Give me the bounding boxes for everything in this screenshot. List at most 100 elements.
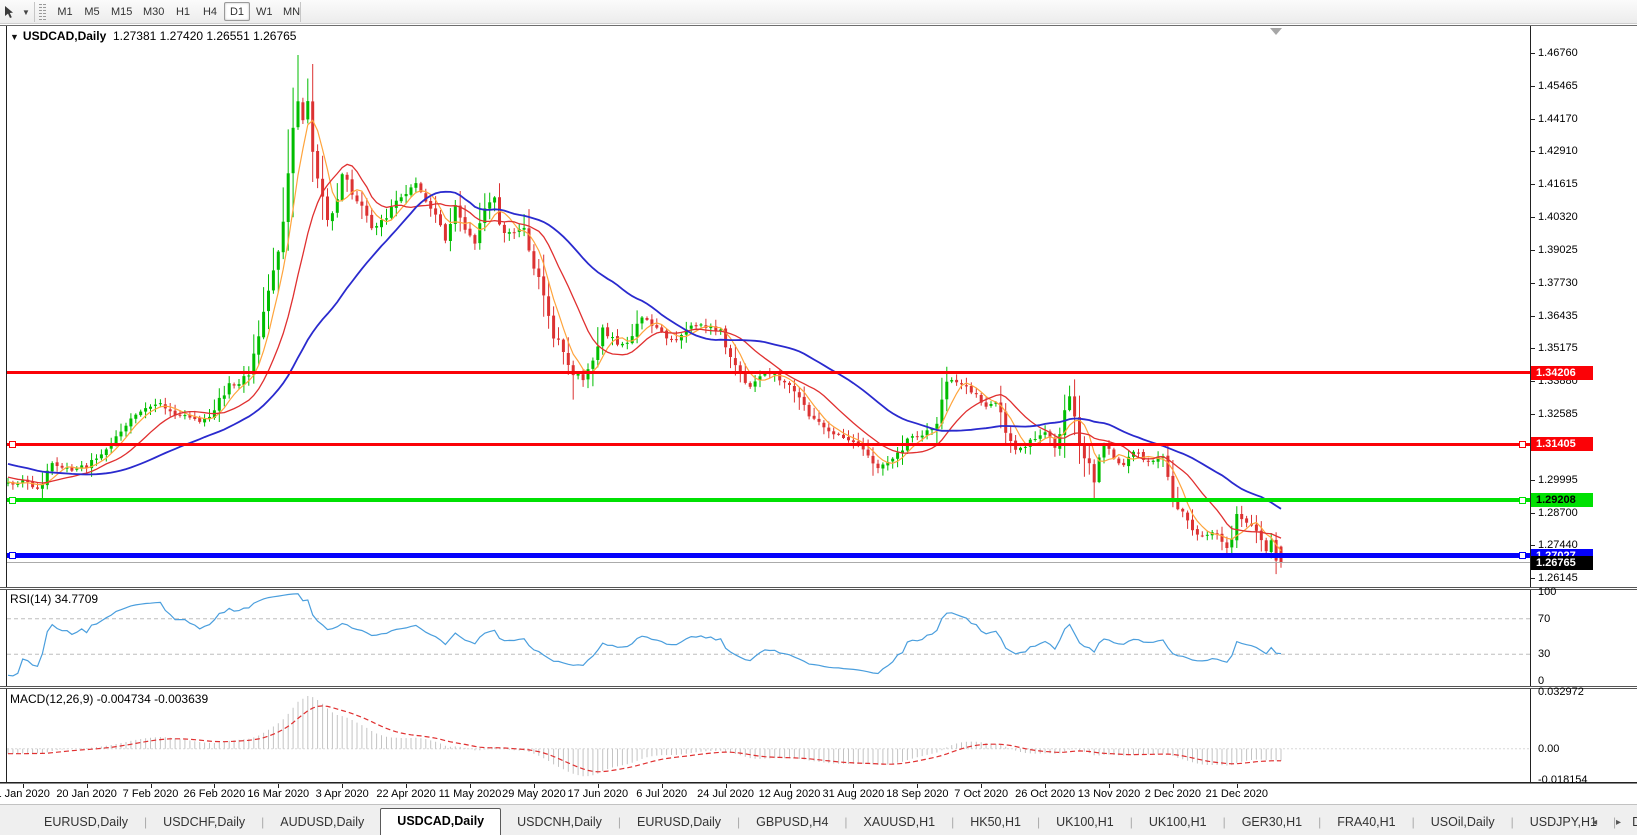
time-axis-label: 2 Dec 2020 [1145, 788, 1201, 800]
toolbar-separator [34, 2, 35, 22]
price-axis-label: 1.37730 [1538, 276, 1578, 290]
chart-tab-gbpusd-h4[interactable]: GBPUSD,H4 [740, 811, 844, 835]
chart-tab-bar: EURUSD,Daily|USDCHF,Daily|AUDUSD,DailyUS… [0, 804, 1637, 835]
price-axis-tick [1531, 86, 1535, 87]
price-axis-tick [1531, 348, 1535, 349]
price-axis-tick [1531, 381, 1535, 382]
price-axis-label: 1.26145 [1538, 571, 1578, 585]
rsi-canvas[interactable] [7, 590, 1530, 686]
rsi-axis-label: 100 [1538, 585, 1556, 599]
chart-symbol: USDCAD,Daily [23, 29, 106, 43]
level-anchor-handle[interactable] [1519, 441, 1526, 448]
chart-tab-usdcad-daily[interactable]: USDCAD,Daily [380, 808, 501, 835]
tab-scroll-arrows[interactable]: ◂ ▸ [1592, 817, 1629, 828]
chart-tab-fra40-h1[interactable]: FRA40,H1 [1321, 811, 1411, 835]
price-axis-label: 1.28700 [1538, 506, 1578, 520]
cursor-tool-icon[interactable] [1, 3, 19, 21]
horizontal-level-line-1.34206[interactable] [7, 371, 1530, 374]
time-axis-tick [278, 784, 279, 788]
macd-axis-label: -0.018154 [1538, 773, 1588, 787]
time-axis-label: 7 Oct 2020 [954, 788, 1008, 800]
horizontal-level-line-1.27027[interactable] [7, 553, 1530, 558]
rsi-label: RSI(14) 34.7709 [10, 592, 98, 606]
time-axis-label: 20 Jan 2020 [56, 788, 117, 800]
price-axis-tick [1531, 480, 1535, 481]
chart-tab-uk100-h1[interactable]: UK100,H1 [1133, 811, 1223, 835]
level-anchor-handle[interactable] [9, 552, 16, 559]
chart-shift-marker-icon[interactable] [1270, 28, 1282, 35]
price-axis-tick [1531, 578, 1535, 579]
level-anchor-handle[interactable] [1519, 497, 1526, 504]
time-axis-tick [662, 784, 663, 788]
chart-tab-ger30-h1[interactable]: GER30,H1 [1226, 811, 1318, 835]
main-chart-canvas[interactable] [7, 26, 1530, 587]
timeframe-button-m15[interactable]: M15 [106, 2, 137, 21]
price-axis-label: 1.41615 [1538, 177, 1578, 191]
level-anchor-handle[interactable] [9, 441, 16, 448]
timeframe-button-m1[interactable]: M1 [52, 2, 78, 21]
chart-tab-eurusd-daily[interactable]: EURUSD,Daily [28, 811, 144, 835]
chart-tab-usoil-daily[interactable]: USOil,Daily [1415, 811, 1511, 835]
toolbar-grip [43, 4, 46, 20]
price-axis-label: 1.44170 [1538, 112, 1578, 126]
macd-axis-label: 0.00 [1538, 742, 1559, 756]
time-axis-label: 18 Sep 2020 [886, 788, 948, 800]
time-axis-label: 26 Feb 2020 [184, 788, 246, 800]
quick-trade-toggle-icon[interactable]: ▼ [10, 32, 19, 42]
price-axis-label: 1.39025 [1538, 243, 1578, 257]
cursor-tool-dropdown-icon[interactable]: ▼ [22, 8, 30, 17]
timeframe-button-h1[interactable]: H1 [170, 2, 196, 21]
time-axis-label: 13 Nov 2020 [1078, 788, 1140, 800]
price-axis-tick [1531, 545, 1535, 546]
price-axis-label: 1.35175 [1538, 341, 1578, 355]
price-axis-label: 1.40320 [1538, 210, 1578, 224]
timeframe-button-d1[interactable]: D1 [224, 2, 250, 21]
price-axis-label: 1.29995 [1538, 473, 1578, 487]
top-toolbar: ▼ M1M5M15M30H1H4D1W1MN [0, 0, 1637, 24]
horizontal-level-line-1.29208[interactable] [7, 498, 1530, 502]
time-axis-label: 21 Dec 2020 [1206, 788, 1268, 800]
timeframe-button-m30[interactable]: M30 [138, 2, 169, 21]
price-axis-label: 1.36435 [1538, 309, 1578, 323]
time-axis-label: 7 Feb 2020 [123, 788, 179, 800]
price-axis-label: 1.42910 [1538, 144, 1578, 158]
price-axis-label: 1.46760 [1538, 46, 1578, 60]
price-axis-tick [1531, 53, 1535, 54]
timeframe-button-mn[interactable]: MN [278, 2, 305, 21]
level-price-badge: 1.29208 [1531, 493, 1593, 507]
time-axis-tick [214, 784, 215, 788]
time-axis-label: 3 Apr 2020 [316, 788, 369, 800]
price-axis-label: 1.45465 [1538, 79, 1578, 93]
horizontal-level-line-1.31405[interactable] [7, 443, 1530, 446]
toolbar-grip [39, 4, 42, 20]
price-axis-line [1530, 26, 1531, 784]
level-anchor-handle[interactable] [1519, 552, 1526, 559]
ma-5-line [8, 120, 1281, 551]
macd-canvas[interactable] [7, 689, 1530, 782]
time-axis-tick [1237, 784, 1238, 788]
chart-tab-eurusd-daily[interactable]: EURUSD,Daily [621, 811, 737, 835]
time-axis-tick [726, 784, 727, 788]
chart-tab-hk50-h1[interactable]: HK50,H1 [954, 811, 1037, 835]
level-anchor-handle[interactable] [9, 497, 16, 504]
price-axis-tick [1531, 217, 1535, 218]
price-axis-tick [1531, 513, 1535, 514]
chart-tab-usdchf-daily[interactable]: USDCHF,Daily [147, 811, 261, 835]
time-axis-tick [342, 784, 343, 788]
toolbar-separator [300, 2, 301, 22]
time-axis-tick [790, 784, 791, 788]
macd-label: MACD(12,26,9) -0.004734 -0.003639 [10, 692, 208, 706]
price-axis-tick [1531, 283, 1535, 284]
price-axis-tick [1531, 414, 1535, 415]
chart-tab-audusd-daily[interactable]: AUDUSD,Daily [264, 811, 380, 835]
timeframe-button-h4[interactable]: H4 [197, 2, 223, 21]
time-axis-tick [151, 784, 152, 788]
chart-tab-usdcnh-daily[interactable]: USDCNH,Daily [501, 811, 618, 835]
time-axis-label: 6 Jul 2020 [636, 788, 687, 800]
timeframe-button-w1[interactable]: W1 [251, 2, 278, 21]
chart-tab-xauusd-h1[interactable]: XAUUSD,H1 [848, 811, 952, 835]
chart-tab-uk100-h1[interactable]: UK100,H1 [1040, 811, 1130, 835]
time-axis-line [0, 782, 1637, 784]
time-axis-label: 17 Jun 2020 [568, 788, 629, 800]
timeframe-button-m5[interactable]: M5 [79, 2, 105, 21]
